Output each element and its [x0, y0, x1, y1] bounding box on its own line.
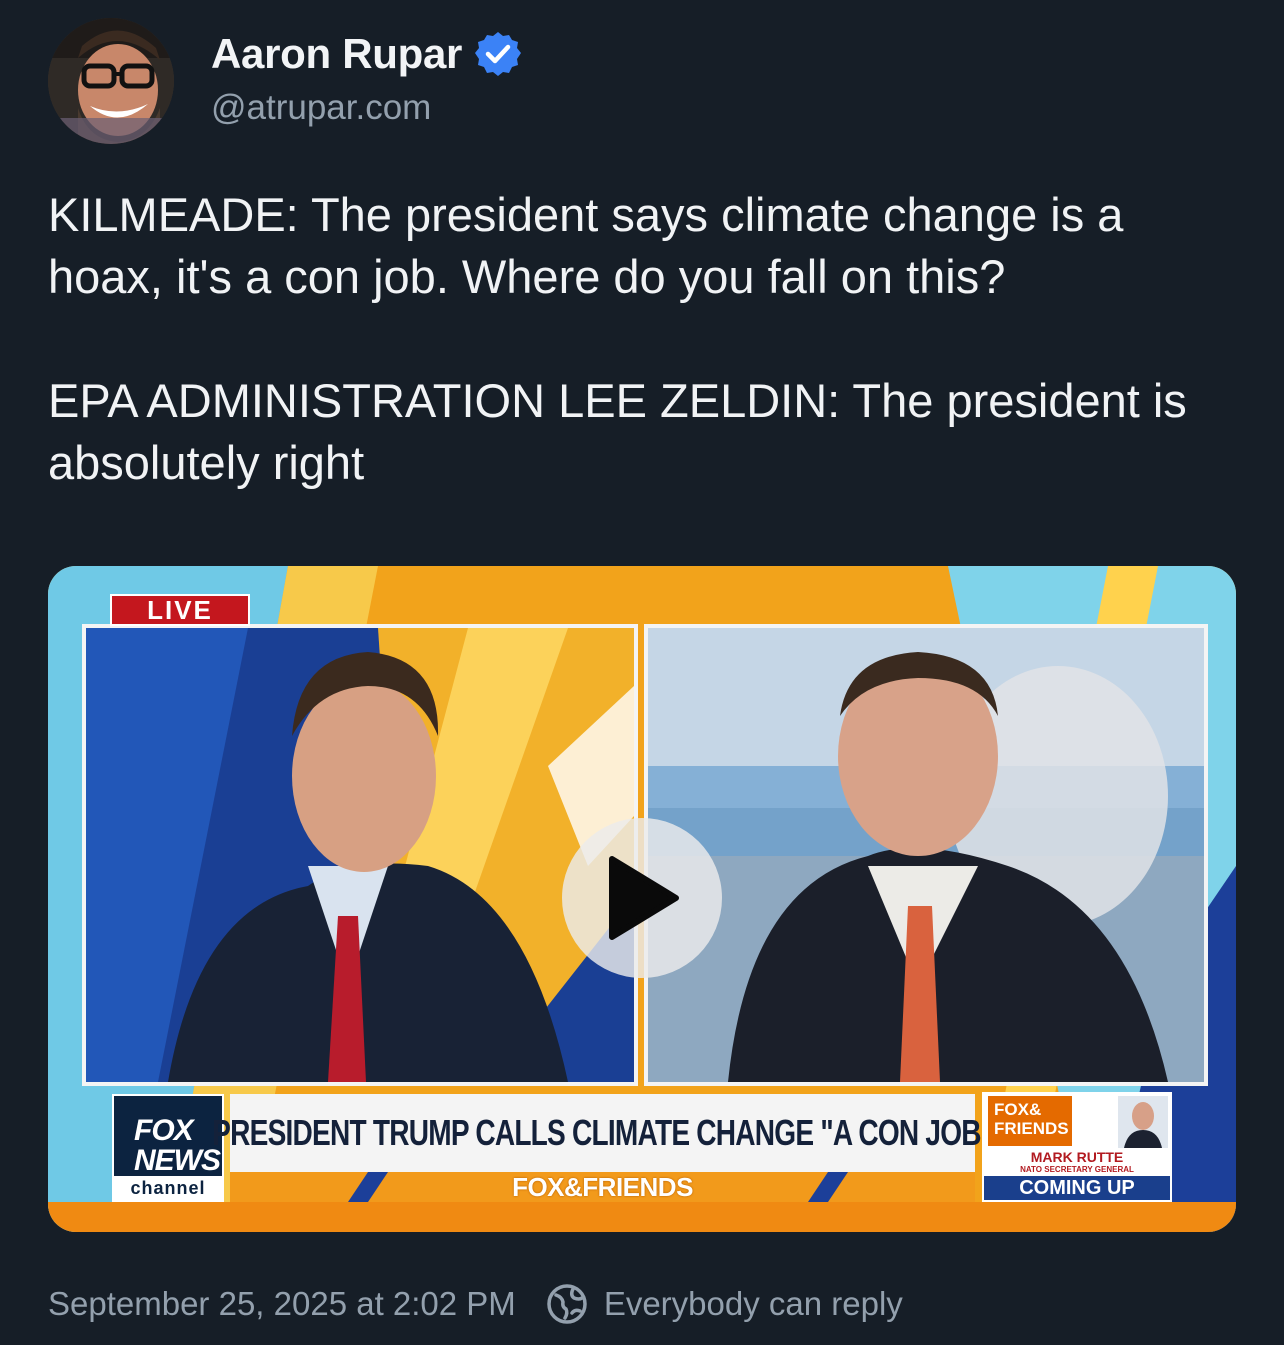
coming-up-label: COMING UP [984, 1176, 1170, 1200]
author-handle[interactable]: @atrupar.com [211, 88, 431, 128]
author-name[interactable]: Aaron Rupar [211, 30, 522, 78]
avatar-image [48, 18, 174, 144]
post-footer: September 25, 2025 at 2:02 PM Everybody … [48, 1280, 903, 1328]
show-logo-line: FRIENDS [994, 1119, 1069, 1138]
globe-icon [547, 1284, 587, 1324]
play-button[interactable] [562, 818, 722, 978]
post: Aaron Rupar @atrupar.com KILMEADE: The p… [0, 0, 1284, 1345]
show-bar: FOX&FRIENDS [230, 1172, 975, 1202]
show-name: FOX&FRIENDS [512, 1171, 693, 1202]
guest-name: MARK RUTTE [1030, 1149, 1124, 1165]
play-icon [609, 856, 679, 940]
headline-text: PRESIDENT TRUMP CALLS CLIMATE CHANGE "A … [211, 1112, 994, 1153]
author-display-name: Aaron Rupar [211, 30, 463, 77]
avatar[interactable] [48, 18, 174, 144]
headline-ticker: PRESIDENT TRUMP CALLS CLIMATE CHANGE "A … [212, 1094, 994, 1172]
logo-line: channel [114, 1176, 222, 1200]
coming-up-box: FOX& FRIENDS MARK RUTTE NATO SECRETARY G… [982, 1092, 1172, 1202]
show-logo-line: FOX& [994, 1100, 1042, 1119]
guest-thumbnail [1118, 1096, 1168, 1148]
post-paragraph: KILMEADE: The president says climate cha… [48, 188, 1124, 303]
show-logo: FOX& FRIENDS [988, 1096, 1072, 1146]
logo-line: FOX [134, 1114, 194, 1147]
logo-line: NEWS [134, 1144, 221, 1177]
live-badge: LIVE [110, 594, 250, 626]
reply-setting[interactable]: Everybody can reply [604, 1285, 903, 1323]
video-player[interactable]: LIVE FOX NEWS channel PRESIDENT TRUMP CA… [48, 566, 1236, 1232]
verified-badge-icon [475, 32, 522, 76]
guest-title: NATO SECRETARY GENERAL [1020, 1165, 1134, 1174]
post-text: KILMEADE: The president says climate cha… [48, 184, 1238, 556]
timestamp[interactable]: September 25, 2025 at 2:02 PM [48, 1285, 516, 1323]
post-paragraph: EPA ADMINISTRATION LEE ZELDIN: The presi… [48, 374, 1187, 489]
fox-news-logo: FOX NEWS channel [112, 1094, 224, 1202]
